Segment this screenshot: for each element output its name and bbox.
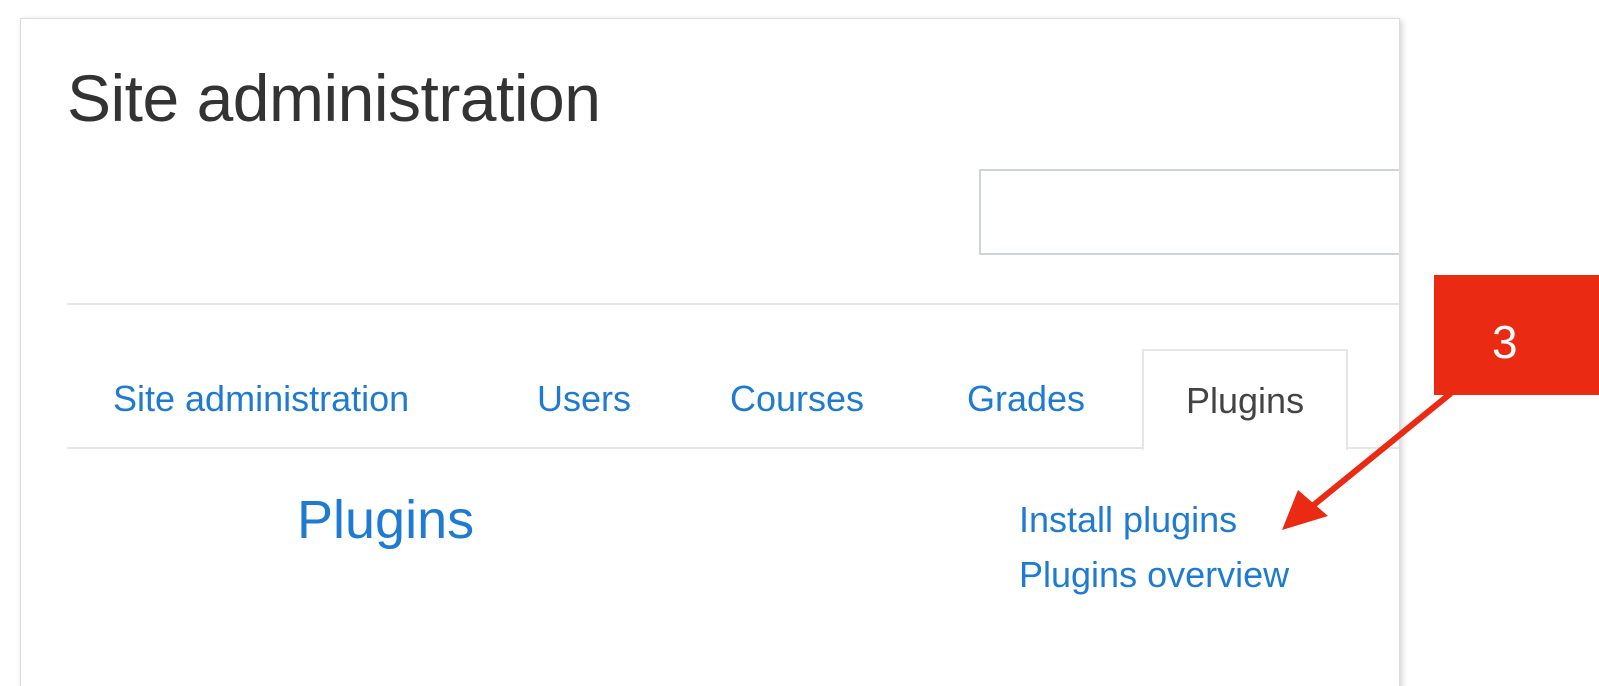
tab-courses[interactable]: Courses	[730, 349, 864, 449]
arrow-shaft	[1307, 391, 1453, 511]
admin-panel: Site administration Site administration …	[20, 18, 1400, 686]
header-divider	[67, 303, 1399, 305]
step-callout-badge: 3	[1434, 275, 1599, 395]
search-input[interactable]	[979, 169, 1399, 255]
admin-tabs: Site administration Users Courses Grades…	[67, 349, 1399, 451]
page-title: Site administration	[67, 61, 601, 135]
install-plugins-link[interactable]: Install plugins	[1019, 502, 1237, 538]
tab-site-administration[interactable]: Site administration	[113, 349, 409, 449]
section-title-plugins[interactable]: Plugins	[297, 493, 474, 547]
tab-grades[interactable]: Grades	[967, 349, 1085, 449]
arrow-icon	[1282, 391, 1453, 530]
tab-users[interactable]: Users	[537, 349, 631, 449]
plugins-overview-link[interactable]: Plugins overview	[1019, 557, 1289, 593]
screenshot-stage: Site administration Site administration …	[0, 0, 1599, 686]
